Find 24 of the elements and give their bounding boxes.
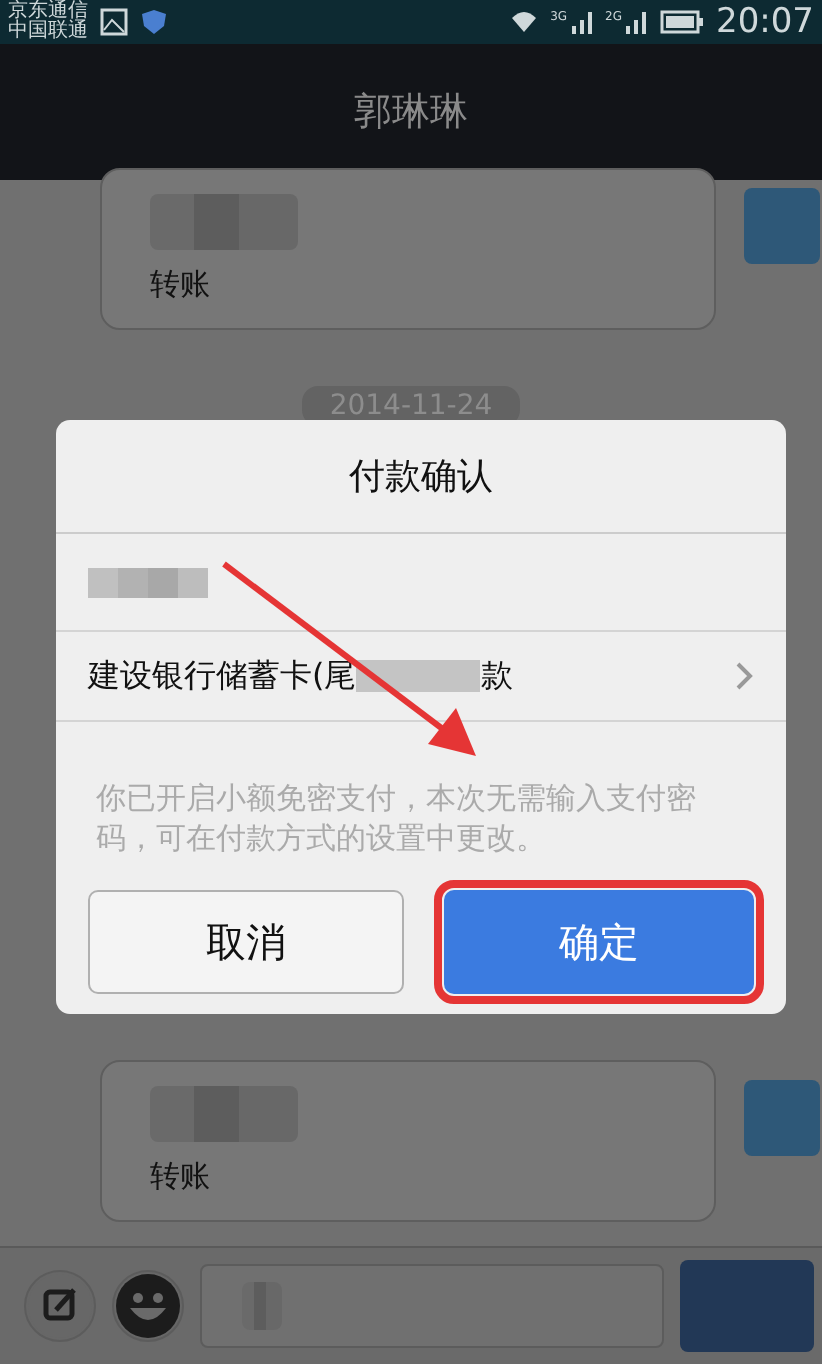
clock-time: 20:07 <box>716 2 814 42</box>
payment-method-row[interactable]: 建设银行储蓄卡(尾 款 <box>56 632 786 722</box>
signal-icon <box>569 10 594 34</box>
confirm-button[interactable]: 确定 <box>443 890 754 994</box>
dialog-note: 你已开启小额免密支付，本次无需输入支付密码，可在付款方式的设置中更改。 <box>94 778 698 860</box>
payment-method-label: 款 <box>480 655 513 697</box>
blurred-text <box>88 567 208 597</box>
carrier-label: 中国联通 <box>8 22 88 42</box>
image-icon <box>100 8 128 36</box>
blurred-text <box>356 660 481 692</box>
chevron-icon <box>734 662 754 690</box>
dialog-title: 付款确认 <box>56 420 786 534</box>
cancel-button[interactable]: 取消 <box>88 890 403 994</box>
send-button[interactable] <box>680 1260 814 1352</box>
wifi-icon <box>510 8 539 36</box>
payment-method-label: 建设银行储蓄卡(尾 <box>88 655 357 697</box>
chat-title: 郭琳琳 <box>354 88 468 138</box>
compose-icon[interactable] <box>24 1270 96 1342</box>
smiley-icon[interactable] <box>112 1270 184 1342</box>
message-label: 转账 <box>150 266 212 304</box>
battery-icon <box>660 10 704 34</box>
shield-icon <box>140 8 168 36</box>
message-label: 转账 <box>150 1158 212 1196</box>
signal-icon <box>624 10 648 34</box>
